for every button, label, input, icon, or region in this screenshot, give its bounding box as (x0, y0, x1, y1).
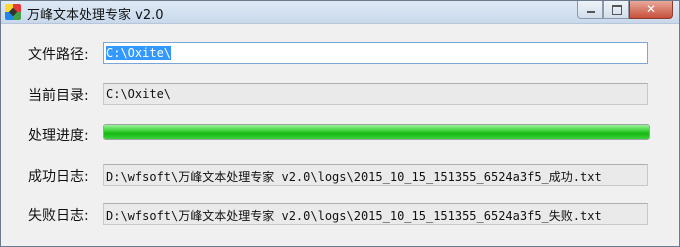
app-window: 万峰文本处理专家 v2.0 ✕ 文件路径: C:\Oxite\ 当前目录: C:… (0, 0, 680, 247)
window-title: 万峰文本处理专家 v2.0 (27, 8, 164, 23)
file-path-value: C:\Oxite\ (106, 46, 172, 60)
file-path-input[interactable]: C:\Oxite\ (103, 42, 648, 64)
maximize-icon (612, 5, 622, 15)
title-bar[interactable]: 万峰文本处理专家 v2.0 ✕ (1, 1, 679, 24)
progress-row: 处理进度: (1, 122, 680, 146)
progress-label: 处理进度: (28, 128, 89, 144)
success-log-row: 成功日志: D:\wfsoft\万峰文本处理专家 v2.0\logs\2015_… (1, 163, 680, 187)
fail-log-field[interactable]: D:\wfsoft\万峰文本处理专家 v2.0\logs\2015_10_15_… (103, 203, 648, 225)
success-log-label: 成功日志: (28, 169, 89, 185)
fail-log-label: 失败日志: (28, 208, 89, 224)
app-logo-icon[interactable] (5, 4, 21, 20)
minimize-icon (587, 11, 595, 13)
success-log-field[interactable]: D:\wfsoft\万峰文本处理专家 v2.0\logs\2015_10_15_… (103, 164, 648, 186)
close-button[interactable]: ✕ (629, 1, 673, 19)
current-dir-field[interactable]: C:\Oxite\ (103, 83, 648, 105)
window-controls: ✕ (577, 1, 673, 20)
file-path-label: 文件路径: (28, 47, 89, 63)
fail-log-row: 失败日志: D:\wfsoft\万峰文本处理专家 v2.0\logs\2015_… (1, 202, 680, 226)
current-dir-label: 当前目录: (28, 88, 89, 104)
progress-bar (103, 124, 650, 140)
minimize-button[interactable] (577, 1, 603, 19)
progress-bar-fill (104, 125, 649, 139)
file-path-row: 文件路径: C:\Oxite\ (1, 41, 680, 65)
maximize-button[interactable] (603, 1, 629, 19)
current-dir-row: 当前目录: C:\Oxite\ (1, 82, 680, 106)
close-icon: ✕ (645, 2, 657, 16)
